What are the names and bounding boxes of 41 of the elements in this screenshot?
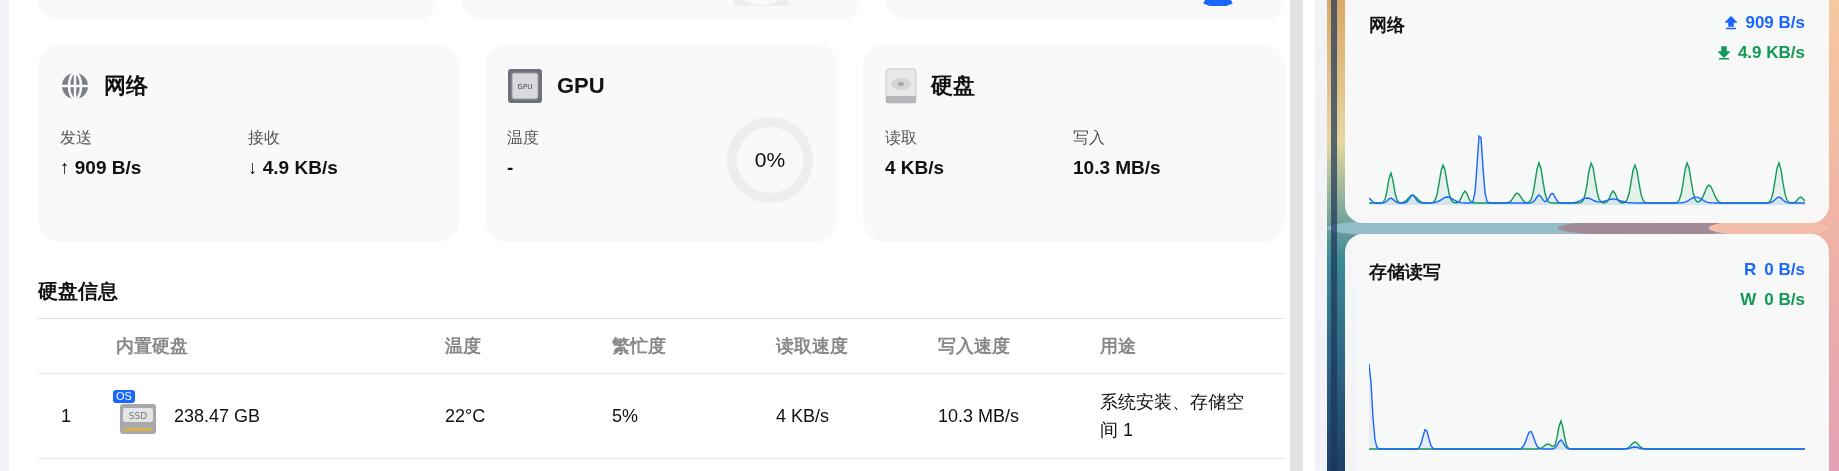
table-cell-text: 5% <box>612 405 639 427</box>
table-cell-text: 1 <box>60 405 72 427</box>
card-title: 硬盘 <box>931 72 975 100</box>
card-title: GPU <box>557 73 605 99</box>
column-header: 内置硬盘 <box>116 335 189 358</box>
usage-gauge: 0% <box>726 116 814 204</box>
table-cell-text: 4 KB/s <box>776 405 831 427</box>
table-cell-text: 22°C <box>445 405 487 427</box>
reading-value: 909 B/s <box>1745 13 1805 33</box>
reading-value: 4.9 KB/s <box>1737 43 1805 63</box>
os-badge: OS <box>113 390 135 403</box>
column-header: 读取速度 <box>776 335 849 358</box>
widget-title: 网络 <box>1369 14 1405 37</box>
widget-title: 存储读写 <box>1369 261 1441 284</box>
table-cell: 238.47 GB <box>174 405 261 427</box>
table-cell-text: 10.3 MB/s <box>938 405 1021 427</box>
stat-value: - <box>507 157 515 179</box>
stat-label: 发送 <box>60 128 93 148</box>
globe-icon <box>60 71 90 101</box>
stat-value: ↓ 4.9 KB/s <box>248 157 339 179</box>
hard-drive-icon <box>885 68 917 104</box>
stat-label: 温度 <box>507 128 540 148</box>
ring-drawing <box>1203 0 1233 6</box>
column-header: 写入速度 <box>938 335 1011 358</box>
reading-value: 0 B/s <box>1764 290 1805 310</box>
stat-value: 10.3 MB/s <box>1073 157 1162 179</box>
card-title: 网络 <box>104 72 148 100</box>
stat-label: 接收 <box>248 128 281 148</box>
stat-value: ↑ 909 B/s <box>60 157 143 179</box>
reading-value: 0 B/s <box>1764 260 1805 280</box>
reading-prefix: W <box>1740 290 1757 310</box>
section-title: 硬盘信息 <box>38 279 119 304</box>
table-cell-text: 系统安装、存储空间 1 <box>1100 391 1245 442</box>
column-header: 繁忙度 <box>612 335 667 358</box>
column-header: 温度 <box>445 335 482 358</box>
stat-value: 4 KB/s <box>885 157 946 179</box>
scrollbar[interactable] <box>1290 0 1303 471</box>
reading-prefix: R <box>1744 260 1757 280</box>
stat-label: 读取 <box>885 128 918 148</box>
stat-label: 写入 <box>1073 128 1106 148</box>
column-header: 用途 <box>1100 335 1137 358</box>
